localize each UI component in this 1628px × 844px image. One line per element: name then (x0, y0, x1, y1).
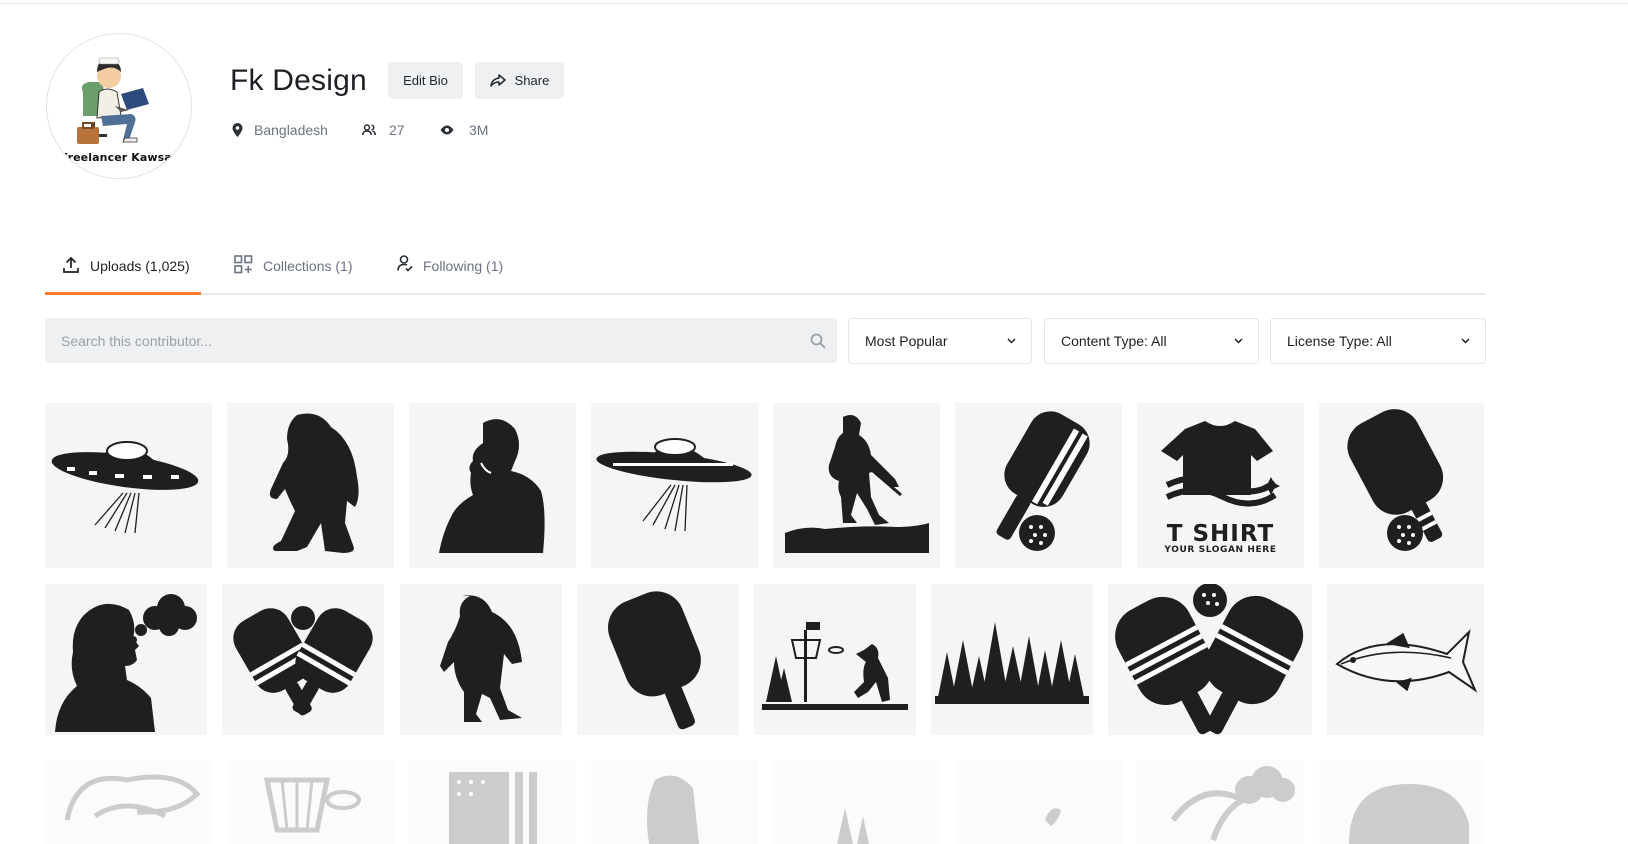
followers-count: 27 (389, 122, 405, 138)
edit-bio-button[interactable]: Edit Bio (388, 62, 463, 99)
license-type-value: License Type: All (1287, 333, 1392, 349)
hat-image (1349, 784, 1469, 844)
thumbnail-pickleball-paddle[interactable] (955, 403, 1122, 568)
t-shirt-slogan: YOUR SLOGAN HERE (1164, 545, 1277, 555)
thumbnail-soldier[interactable] (773, 403, 940, 568)
chevron-down-icon (1007, 338, 1016, 344)
location-meta: Bangladesh (232, 122, 328, 138)
thumbnail-tuna-fish[interactable] (1327, 584, 1484, 735)
thumbnail-row3-2[interactable] (227, 760, 394, 844)
thumbnail-row3-6[interactable] (955, 760, 1122, 844)
sort-select-value: Most Popular (865, 333, 948, 349)
thumbnail-bigfoot[interactable] (227, 403, 394, 568)
pine-forest-image (935, 622, 1089, 704)
thumbnail-crossed-paddles-2[interactable] (1108, 584, 1312, 735)
thumbnail-thinking-man[interactable] (409, 403, 576, 568)
thumbnail-row3-4[interactable] (591, 760, 758, 844)
pickleball-paddle-image (1347, 409, 1444, 551)
thumbnail-bigfoot-2[interactable] (400, 584, 562, 735)
thumbnail-smoking-man[interactable] (45, 584, 207, 735)
crossed-paddles-image (1115, 584, 1304, 735)
thumbnail-disc-golf[interactable] (754, 584, 916, 735)
forest-image (837, 808, 869, 844)
disc-golf-image (762, 622, 908, 710)
top-divider (0, 3, 1628, 4)
thumbnail-pine-forest[interactable] (931, 584, 1093, 735)
views-count: 3M (469, 122, 489, 138)
eye-icon (440, 125, 454, 135)
sort-select[interactable]: Most Popular (848, 318, 1032, 364)
tab-uploads-label: Uploads (1,025) (90, 258, 190, 274)
tab-collections[interactable]: Collections (1) (234, 255, 353, 294)
bird-image (1045, 808, 1061, 826)
content-type-value: Content Type: All (1061, 333, 1167, 349)
horse-smoke-image (1170, 766, 1295, 841)
bigfoot-image (269, 413, 359, 553)
tab-following-label: Following (1) (423, 258, 504, 274)
search-input[interactable] (45, 318, 805, 363)
bigfoot-image (440, 595, 522, 722)
collections-icon (234, 255, 253, 274)
thumbnail-ufo[interactable] (45, 403, 212, 568)
tab-collections-label: Collections (1) (263, 258, 353, 274)
avatar: Freelancer Kawsar (46, 33, 192, 179)
crossed-paddles-image (233, 606, 373, 716)
tab-following[interactable]: Following (1) (397, 255, 504, 294)
location-text: Bangladesh (254, 122, 328, 138)
gorilla-image (647, 775, 699, 844)
license-type-select[interactable]: License Type: All (1270, 318, 1486, 364)
search-box (45, 318, 837, 363)
thumbnail-paddle[interactable] (577, 584, 739, 735)
t-shirt-title: T SHIRT (1166, 521, 1275, 547)
ufo-image (51, 441, 199, 534)
flag-gorilla-image (449, 772, 537, 844)
pickleball-paddle-image (996, 411, 1090, 551)
thinking-man-image (439, 419, 545, 553)
thumbnail-row3-8[interactable] (1319, 760, 1484, 844)
tuna-fish-image (1335, 628, 1478, 693)
chevron-down-icon (1461, 338, 1470, 344)
share-icon (489, 73, 506, 87)
tuna-outline-image (64, 774, 201, 821)
smoking-man-image (55, 594, 197, 732)
paddle-image (607, 591, 701, 730)
avatar-caption: Freelancer Kawsar (60, 151, 178, 164)
people-icon (362, 124, 376, 136)
thumbnail-t-shirt-logo[interactable]: T SHIRT YOUR SLOGAN HERE (1137, 403, 1304, 568)
edit-bio-label: Edit Bio (403, 73, 448, 88)
share-label: Share (514, 73, 550, 88)
disc-golf-basket-image (263, 777, 361, 833)
followers-meta: 27 (362, 122, 405, 138)
following-icon (397, 255, 413, 272)
content-type-select[interactable]: Content Type: All (1044, 318, 1259, 364)
thumbnail-row3-3[interactable] (409, 760, 576, 844)
thumbnail-pickleball-paddle-2[interactable] (1319, 403, 1484, 568)
active-tab-indicator (45, 292, 201, 295)
ufo-image (596, 438, 752, 532)
thumbnail-ufo-2[interactable] (591, 403, 758, 568)
chevron-down-icon (1234, 338, 1243, 344)
thumbnail-row3-7[interactable] (1137, 760, 1304, 844)
tabs-divider (45, 293, 1486, 295)
thumbnail-row3-5[interactable] (773, 760, 940, 844)
share-button[interactable]: Share (475, 62, 564, 99)
thumbnail-crossed-paddles[interactable] (222, 584, 384, 735)
tab-uploads[interactable]: Uploads (1,025) (62, 256, 190, 294)
profile-name: Fk Design (230, 64, 367, 97)
views-meta: 3M (440, 122, 488, 138)
search-icon[interactable] (810, 333, 826, 349)
location-pin-icon (232, 123, 243, 137)
thumbnail-row3-1[interactable] (45, 760, 212, 844)
upload-icon (63, 256, 79, 273)
soldier-image (785, 415, 929, 553)
